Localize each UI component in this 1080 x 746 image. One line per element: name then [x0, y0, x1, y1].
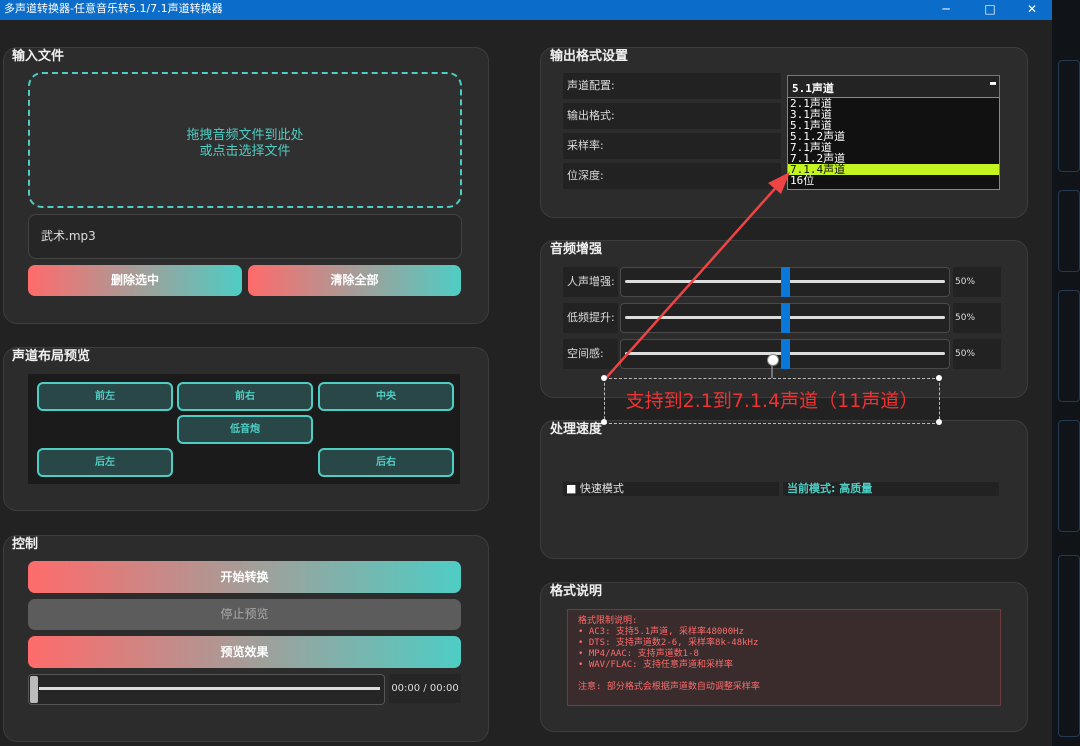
annotation-arrow: [605, 182, 781, 379]
rotate-handle[interactable]: [767, 354, 779, 366]
annotation-overlay: [605, 172, 790, 379]
resize-handle[interactable]: [601, 375, 607, 381]
annotation-text[interactable]: 支持到2.1到7.1.4声道（11声道）: [604, 378, 940, 424]
annotation-arrowhead-icon: [768, 172, 790, 194]
resize-handle[interactable]: [936, 375, 942, 381]
resize-handle[interactable]: [936, 419, 942, 425]
resize-handle[interactable]: [601, 419, 607, 425]
